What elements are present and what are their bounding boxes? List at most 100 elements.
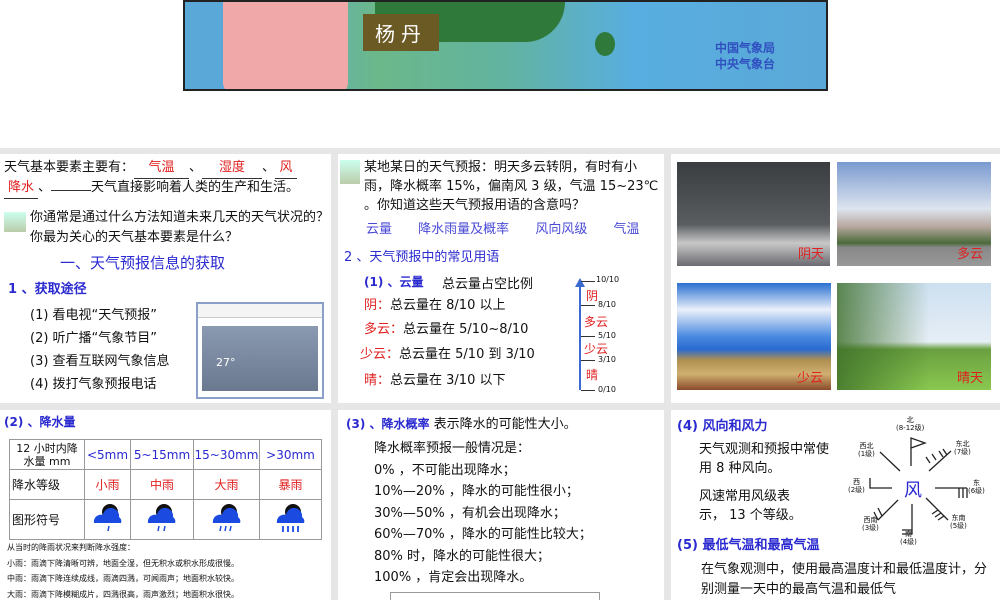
section-heading: (2) 、降水量 (4, 415, 76, 429)
slide-thumbnail-5[interactable]: (3) 、降水概率 表示降水的可能性大小。 降水概率预报一般情况是： 0% ，不… (338, 410, 664, 600)
light-rain-icon (84, 499, 131, 540)
photo-cloudy: 多云 (837, 162, 991, 266)
cloud-title: (1) 、云量 (364, 275, 424, 289)
scale-tick: 5/10 (598, 331, 616, 340)
slide-thumbnail-3[interactable]: 阴天 多云 少云 晴天 (671, 154, 1000, 403)
scale-label: 晴 (586, 368, 599, 382)
scale-label: 多云 (584, 315, 609, 329)
section-heading: 2 、天气预报中的常见用语 (344, 250, 500, 265)
island (595, 32, 615, 56)
logo-line2: 中央气象台 (715, 57, 776, 71)
intro-text-2: 天气直接影响着人类的生产和生活。 (91, 180, 300, 195)
dir-name: 南 (904, 530, 912, 538)
dir-name: 西北 (859, 442, 874, 450)
cloud-def: 总云量在 5/10~8/10 (403, 322, 529, 337)
slide-thumbnail-2[interactable]: 某地某日的天气预报：明天多云转阴，有时有小雨，降水概率 15%，偏南风 3 级，… (338, 154, 664, 403)
photo-label: 晴天 (956, 371, 983, 386)
dir-level: (3级) (862, 524, 879, 532)
prob-line: 80% 时，降水的可能性很大； (374, 548, 551, 564)
cloud-term: 少云： (360, 347, 400, 362)
blank-answer: 风 (275, 158, 298, 179)
way-item: (1) 看电视“天气预报” (30, 308, 158, 323)
precipitation-table: 12 小时内降水量 mm <5mm 5~15mm 15~30mm >30mm 降… (9, 439, 322, 540)
term: 风向风级 (535, 222, 588, 237)
scale-label: 阴 (586, 289, 599, 303)
section-heading: (3) 、降水概率 (346, 417, 430, 431)
rainstorm-icon (259, 499, 322, 540)
prob-line: 10%—20% ，降水的可能性很小； (374, 484, 579, 499)
slide-thumbnail-4[interactable]: (2) 、降水量 12 小时内降水量 mm <5mm 5~15mm 15~30m… (0, 410, 331, 600)
blank-answer: 降水 (4, 178, 38, 199)
heading-desc: 表示降水的可能性大小。 (433, 417, 577, 432)
dir-level: (5级) (950, 522, 967, 530)
intro-text: 天气基本要素主要有： (4, 160, 135, 175)
level-cell: 中雨 (130, 469, 194, 500)
section-heading-2: (5) 最低气温和最高气温 (677, 538, 820, 553)
term: 降水雨量及概率 (418, 222, 510, 237)
way-item: (3) 查看互联网气象信息 (30, 354, 170, 369)
heavy-rain-icon (193, 499, 260, 540)
sub-heading: 1 、获取途径 (8, 282, 87, 297)
browser-weather-screenshot: 27° (196, 302, 324, 399)
scale-tick: 10/10 (596, 275, 620, 284)
cloud-def: 总云量在 3/10 以下 (390, 373, 506, 388)
photo-sunny: 晴天 (837, 283, 991, 390)
prob-line: 30%—50% ，有机会出现降水； (374, 505, 566, 521)
prob-line: 60%—70% ，降水的可能性比较大； (374, 527, 592, 542)
presenter-name-tag: 杨丹 (363, 14, 439, 51)
cloud-def: 总云量在 5/10 到 3/10 (399, 347, 535, 362)
question-text: 你通常是通过什么方法知道未来几天的天气状况的？你最为关心的天气基本要素是什么？ (30, 210, 330, 245)
dir-name: 东南 (951, 514, 966, 522)
row-label: 降水等级 (9, 469, 85, 500)
photo-overcast: 阴天 (677, 162, 830, 266)
dir-name: 东 (972, 479, 980, 487)
weather-broadcast-image: 杨丹 中国气象局 中央气象台 (183, 0, 828, 91)
way-item: (4) 拨打气象预报电话 (30, 377, 157, 392)
section-heading: (4) 风向和风力 (677, 419, 768, 434)
note-line: 大雨：雨滴下降模糊成片，四溅很高，雨声激烈；地面积水很快。 (7, 589, 239, 599)
cloud-term: 多云： (364, 322, 404, 337)
scale-label: 少云 (584, 342, 609, 356)
wind-direction-text: 天气观测和预报中常使用 8 种风向。 (699, 442, 830, 476)
section-heading: 一、天气预报信息的获取 (60, 254, 226, 272)
dir-level: (1级) (858, 450, 875, 458)
photo-label: 阴天 (797, 247, 824, 262)
way-item: (2) 听广播“气象节目” (30, 331, 158, 346)
prob-line: 100% ，肯定会出现降水。 (374, 570, 533, 585)
cloud-desc: 总云量占空比例 (442, 277, 534, 292)
slide-thumbnail-1[interactable]: 天气基本要素主要有： 气温、湿度、风 降水、天气直接影响着人类的生产和生活。 你通… (0, 154, 331, 403)
separator: 、 (262, 160, 276, 175)
table-header: 12 小时内降水量 mm (9, 439, 85, 470)
dir-level: (7级) (954, 448, 971, 456)
photo-partly-cloudy: 少云 (677, 283, 831, 390)
hint-icon (4, 212, 26, 232)
photo-label: 少云 (796, 371, 823, 386)
wind-center-label: 风 (904, 480, 922, 501)
slide-thumbnail-6[interactable]: (4) 风向和风力 天气观测和预报中常使用 8 种风向。 风速常用风级表示， 1… (671, 410, 1000, 600)
scale-tick: 8/10 (598, 300, 616, 309)
prob-line: 降水概率预报一般情况是： (374, 441, 531, 456)
dir-level: (8-12级) (896, 424, 925, 432)
blank-answer: 气温 (134, 158, 190, 179)
level-cell: 暴雨 (259, 469, 322, 500)
row-label: 图形符号 (9, 499, 85, 540)
blank-answer: 湿度 (202, 158, 263, 179)
cloud-scale: 10/10 8/10 5/10 3/10 0/10 阴 多云 少云 晴 (575, 275, 656, 394)
range-cell: <5mm (84, 439, 131, 470)
range-cell: 15~30mm (193, 439, 260, 470)
wind-rose-diagram: 风 北 (8-12级) 东北 (7级) 东 (6级) 东南 (5级) 南 (4级) 西南(… (846, 416, 996, 546)
note-line: 小雨：雨滴下降清晰可辨，地面全湿，但无积水或积水形成很慢。 (7, 558, 239, 568)
cloud-term: 晴： (364, 373, 391, 388)
separator: 、 (189, 160, 203, 175)
slide-weather-video[interactable]: 杨丹 中国气象局 中央气象台 (0, 0, 1000, 148)
photo-label: 多云 (956, 247, 983, 262)
dir-level: (6级) (968, 487, 985, 495)
cloud-term: 阴： (364, 298, 391, 313)
range-cell: >30mm (259, 439, 322, 470)
dir-level: (2级) (848, 486, 865, 494)
cloud-def: 总云量在 8/10 以上 (390, 298, 506, 313)
note-line: 中雨：雨滴下降连续成线，雨滴四溅，可闻雨声；地面积水较快。 (7, 574, 239, 583)
presenter-figure (223, 2, 348, 89)
prob-line: 0% ，不可能出现降水； (374, 462, 516, 478)
mini-chart (390, 592, 600, 600)
